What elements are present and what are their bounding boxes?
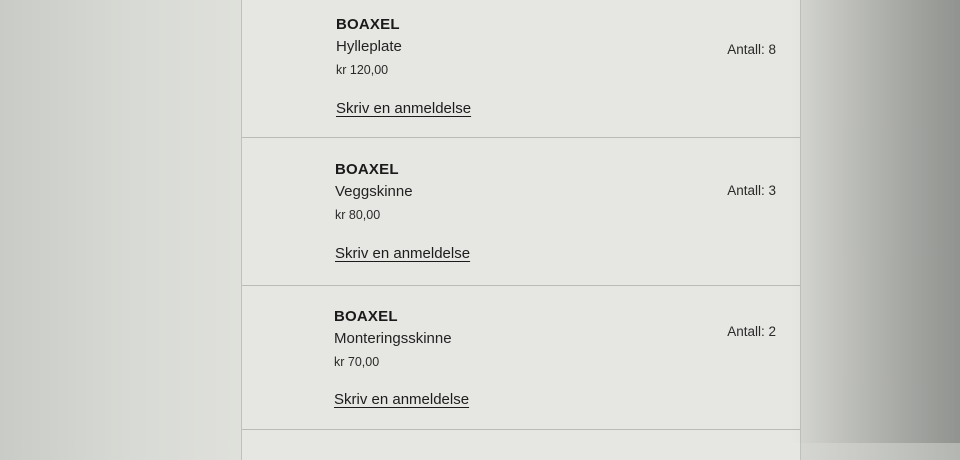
screen-edge-shadow bbox=[790, 0, 960, 443]
order-item: BOAXEL Veggskinne kr 80,00 Skriv en anme… bbox=[242, 138, 800, 286]
product-brand: BOAXEL bbox=[335, 161, 399, 178]
product-name: Hylleplate bbox=[336, 38, 402, 55]
product-brand: BOAXEL bbox=[334, 308, 398, 325]
product-price: kr 70,00 bbox=[334, 355, 380, 369]
product-name: Veggskinne bbox=[335, 183, 413, 200]
order-item: BOAXEL Monteringsskinne kr 70,00 Skriv e… bbox=[242, 286, 800, 430]
product-name: Monteringsskinne bbox=[334, 330, 452, 347]
write-review-link[interactable]: Skriv en anmeldelse bbox=[334, 391, 469, 408]
product-price: kr 80,00 bbox=[335, 208, 381, 222]
product-quantity: Antall: 3 bbox=[727, 183, 776, 198]
order-item: BOAXEL Hylleplate kr 120,00 Skriv en anm… bbox=[242, 0, 800, 138]
product-quantity: Antall: 2 bbox=[727, 324, 776, 339]
product-quantity: Antall: 8 bbox=[727, 42, 776, 57]
order-items-panel: BOAXEL Hylleplate kr 120,00 Skriv en anm… bbox=[241, 0, 801, 460]
product-price: kr 120,00 bbox=[336, 63, 389, 77]
write-review-link[interactable]: Skriv en anmeldelse bbox=[335, 245, 470, 262]
write-review-link[interactable]: Skriv en anmeldelse bbox=[336, 100, 471, 117]
product-brand: BOAXEL bbox=[336, 16, 400, 33]
